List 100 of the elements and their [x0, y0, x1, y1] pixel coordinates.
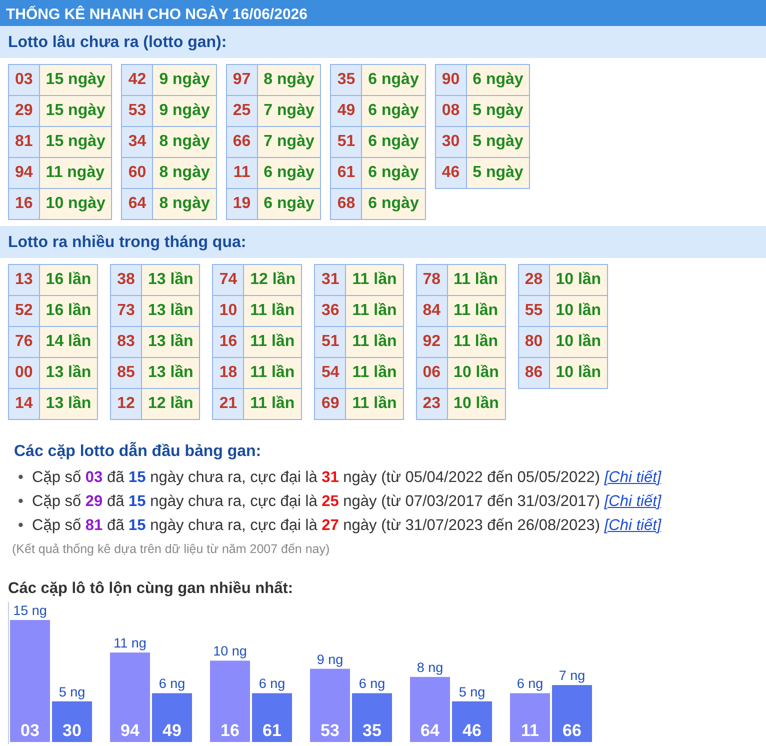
count-cell: 10 ngày [39, 188, 112, 220]
number-cell: 03 [8, 64, 40, 96]
bar [152, 693, 192, 742]
bar-label: 30 [62, 721, 82, 740]
number-cell: 64 [122, 188, 153, 220]
count-cell: 13 lần [141, 264, 200, 296]
count-cell: 14 lần [39, 326, 98, 358]
section-title: Lotto ra nhiều trong tháng qua: [0, 226, 766, 258]
summary-text: Cặp số 81 đã 15 ngày chưa ra, cực đại là 27 ngày (từ 31/07/2023 đến 26/08/2023) [32, 517, 600, 534]
count-cell: 11 lần [346, 388, 404, 420]
number-cell: 18 [212, 358, 244, 388]
bar [510, 693, 550, 742]
count-cell: 11 lần [244, 358, 302, 388]
number-cell: 85 [110, 358, 142, 388]
count-cell: 11 lần [346, 326, 404, 358]
number-cell: 86 [518, 358, 550, 388]
number-cell: 84 [416, 296, 448, 326]
number-cell: 66 [226, 126, 258, 158]
number-cell: 14 [8, 388, 40, 420]
number-cell: 23 [416, 388, 448, 420]
number-cell: 42 [122, 64, 153, 96]
number-cell: 81 [8, 126, 40, 158]
count-cell: 11 lần [244, 296, 302, 326]
value-label: 6 ng [158, 676, 186, 692]
number-cell: 46 [435, 158, 466, 188]
value-label: 6 ng [516, 676, 544, 692]
bar-label: 64 [420, 721, 440, 740]
count-cell: 9 ngày [152, 96, 216, 126]
number-cell: 51 [314, 326, 346, 358]
count-cell: 5 ngày [466, 96, 530, 126]
value-label: 10 ng [213, 644, 247, 659]
count-cell: 10 lần [447, 358, 506, 388]
value-label: 9 ng [316, 652, 344, 667]
value-label: 8 ng [416, 660, 444, 675]
detail-link[interactable]: [Chi tiết] [604, 517, 662, 534]
bar [410, 676, 450, 742]
bar-label: 35 [362, 721, 382, 740]
value-label: 6 ng [258, 676, 286, 692]
number-cell: 38 [110, 264, 142, 296]
value-label: 7 ng [558, 668, 586, 684]
bullet: • [18, 468, 24, 488]
summary-text: Cặp số 29 đã 15 ngày chưa ra, cực đại là 25 ngày (từ 07/03/2017 đến 31/03/2017) [32, 493, 600, 510]
count-cell: 11 lần [447, 326, 506, 358]
count-cell: 13 lần [39, 388, 98, 420]
bar-label: 61 [262, 721, 282, 740]
count-cell: 9 ngày [152, 64, 216, 96]
count-cell: 13 lần [39, 358, 98, 388]
number-cell: 13 [8, 264, 40, 296]
bar-label: 49 [162, 721, 182, 740]
number-cell: 97 [226, 64, 258, 96]
count-cell: 6 ngày [466, 64, 530, 96]
bar-label: 66 [562, 721, 582, 740]
bar [352, 693, 392, 742]
number-cell: 00 [8, 358, 40, 388]
bar-label: 94 [120, 721, 140, 740]
number-cell: 54 [314, 358, 346, 388]
number-cell: 61 [330, 158, 362, 188]
number-cell: 25 [226, 96, 258, 126]
number-cell: 78 [416, 264, 448, 296]
number-cell: 34 [122, 126, 153, 158]
number-cell: 94 [8, 158, 40, 188]
number-cell: 10 [212, 296, 244, 326]
count-cell: 5 ngày [466, 126, 530, 158]
section-title: Lotto lâu chưa ra (lotto gan): [0, 26, 766, 58]
count-cell: 8 ngày [152, 126, 216, 158]
count-cell: 6 ngày [362, 96, 426, 126]
count-cell: 7 ngày [257, 96, 321, 126]
detail-link[interactable]: [Chi tiết] [604, 469, 662, 486]
number-cell: 49 [330, 96, 362, 126]
number-cell: 06 [416, 358, 448, 388]
bar-label: 46 [462, 721, 482, 740]
count-cell: 11 lần [447, 264, 506, 296]
count-cell: 6 ngày [362, 158, 426, 188]
bar-label: 53 [320, 721, 340, 740]
bullet: • [18, 516, 24, 536]
count-cell: 13 lần [141, 358, 200, 388]
number-cell: 52 [8, 296, 40, 326]
count-cell: 6 ngày [257, 188, 321, 220]
number-cell: 74 [212, 264, 244, 296]
count-cell: 13 lần [141, 326, 200, 358]
number-cell: 21 [212, 388, 244, 420]
bar-label: 16 [220, 721, 240, 740]
number-cell: 73 [110, 296, 142, 326]
bar-label: 11 [521, 721, 539, 740]
chart-title: Các cặp lô tô lộn cùng gan nhiều nhất: [7, 578, 294, 599]
value-label: 6 ng [358, 676, 386, 692]
number-cell: 11 [226, 158, 258, 188]
count-cell: 11 lần [346, 296, 404, 326]
number-cell: 53 [122, 96, 153, 126]
number-cell: 55 [518, 296, 550, 326]
detail-link[interactable]: [Chi tiết] [604, 493, 662, 510]
count-cell: 10 lần [549, 264, 608, 296]
number-cell: 36 [314, 296, 346, 326]
value-label: 15 ng [13, 603, 47, 618]
footnote: (Kết quả thống kê dựa trên dữ liệu từ năm 2007 đến nay) [11, 541, 331, 558]
count-cell: 7 ngày [257, 126, 321, 158]
count-cell: 16 lần [39, 296, 98, 326]
count-cell: 8 ngày [257, 64, 321, 96]
number-cell: 69 [314, 388, 346, 420]
count-cell: 15 ngày [39, 96, 112, 126]
